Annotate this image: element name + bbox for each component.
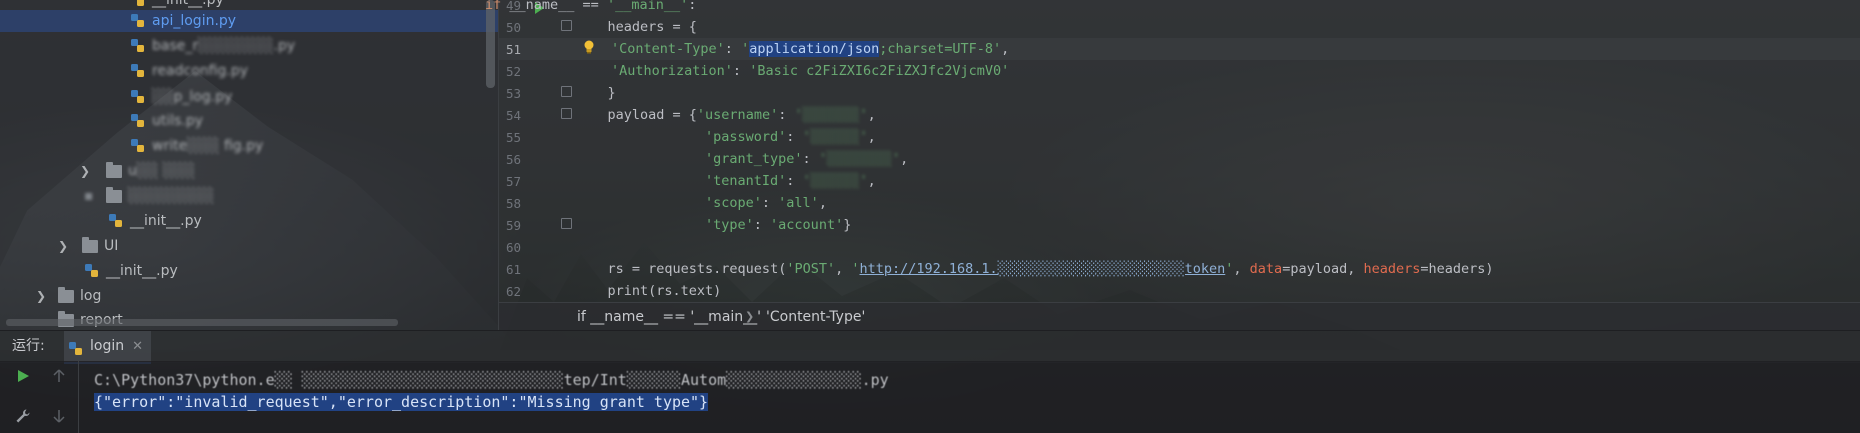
tree-item-label: __init__.py — [106, 263, 178, 279]
line-number: 51 — [505, 42, 521, 57]
tree-item-label: __init__.py — [130, 213, 202, 229]
fold-marker-icon[interactable] — [561, 108, 572, 119]
fold-marker-icon[interactable] — [561, 218, 572, 229]
chevron-right-icon: ❯ — [745, 310, 755, 323]
python-file-icon — [130, 113, 146, 129]
line-number: 50 — [505, 20, 521, 35]
close-icon[interactable]: ✕ — [132, 339, 143, 354]
code-line-56: 'grant_type': '░░░░░░░░', — [705, 151, 909, 167]
console-command-line: C:\Python37\python.e░░ ░░░░░░░░░░░░░░░░░… — [94, 371, 889, 389]
line-number: 62 — [505, 284, 521, 299]
tree-item-label: ░░p_log.py — [152, 89, 233, 105]
scroll-up-button[interactable] — [48, 365, 70, 387]
tree-item-label: ░░░░░░░░ — [128, 188, 215, 204]
code-line-50: headers = { — [575, 19, 697, 35]
selected-text: application/json — [749, 41, 880, 57]
run-console[interactable]: C:\Python37\python.e░░ ░░░░░░░░░░░░░░░░░… — [0, 361, 1860, 433]
tree-item-label: base_r░░░░░░░.py — [152, 38, 296, 54]
settings-button[interactable] — [12, 405, 34, 427]
code-line-55: 'password': '░░░░░░', — [705, 129, 876, 145]
console-output-line: {"error":"invalid_request","error_descri… — [94, 393, 709, 411]
code-line-49: if __name__ == '__main__': — [485, 0, 697, 13]
line-number: 61 — [505, 262, 521, 277]
horizontal-scrollbar[interactable] — [6, 319, 398, 326]
run-tab-label: login — [90, 338, 125, 354]
line-number: 56 — [505, 152, 521, 167]
code-line-57: 'tenantId': '░░░░░░', — [705, 173, 876, 189]
python-file-icon — [130, 63, 146, 79]
scroll-down-button[interactable] — [48, 405, 70, 427]
chevron-right-icon[interactable]: ❯ — [80, 160, 90, 182]
line-number: 53 — [505, 86, 521, 101]
tree-item-selected[interactable]: api_login.py — [0, 10, 498, 32]
project-tree-panel: __init__.py api_login.py base_r░░░░░░░.p… — [0, 0, 499, 330]
code-line-61: rs = requests.request('POST', 'http://19… — [575, 261, 1494, 277]
tree-item-label: write░░░ fig.py — [152, 138, 264, 154]
code-line-53: } — [575, 85, 616, 101]
play-icon — [18, 370, 29, 382]
python-file-icon — [108, 213, 124, 229]
breadcrumb-item[interactable]: if __name__ == '__main__' — [577, 303, 761, 331]
wrench-icon — [16, 409, 30, 423]
breadcrumb-item[interactable]: 'Content-Type' — [766, 303, 865, 331]
line-number: 52 — [505, 64, 521, 79]
line-number: 54 — [505, 108, 521, 123]
run-tab-login[interactable]: login ✕ — [64, 331, 152, 364]
lightbulb-icon[interactable] — [583, 40, 595, 54]
line-number: 60 — [505, 240, 521, 255]
line-number-gutter: 49 50 51 52 53 54 55 56 57 58 59 60 61 6… — [499, 0, 572, 302]
chevron-right-icon[interactable]: ❯ — [58, 235, 68, 257]
code-editor[interactable]: 49 50 51 52 53 54 55 56 57 58 59 60 61 6… — [485, 0, 1860, 331]
run-toolbar — [0, 361, 79, 433]
folder-icon — [106, 187, 122, 203]
folder-icon — [106, 162, 122, 178]
folder-icon — [82, 237, 98, 253]
python-file-icon — [84, 263, 100, 279]
url-link: http://192.168.1.░░░░░░░░░░░░░░░░░░░░░░░… — [859, 261, 1226, 277]
fold-marker-icon[interactable] — [561, 20, 572, 31]
code-line-58: 'scope': 'all', — [705, 195, 827, 211]
tree-item-label: utils.py — [152, 113, 204, 129]
line-number: 55 — [505, 130, 521, 145]
tree-item-label: readconfig.py — [152, 63, 248, 79]
folder-icon — [58, 287, 74, 303]
python-file-icon — [130, 89, 146, 105]
python-file-icon — [130, 138, 146, 154]
code-line-52: 'Authorization': 'Basic c2FiZXI6c2FiZXJf… — [611, 63, 1010, 79]
chevron-right-icon[interactable]: ❯ — [36, 285, 46, 307]
code-line-51: 'Content-Type': 'application/json;charse… — [611, 41, 1010, 57]
python-file-icon — [130, 13, 146, 29]
line-number: 57 — [505, 174, 521, 189]
editor-breadcrumb: if __name__ == '__main__' ❯ 'Content-Typ… — [499, 302, 1860, 331]
tree-item-label: api_login.py — [152, 13, 237, 29]
tree-item-label: UI — [104, 238, 119, 254]
fold-marker-icon[interactable] — [561, 86, 572, 97]
bullet-icon: ▪ — [84, 188, 94, 204]
rerun-button[interactable] — [12, 365, 34, 387]
python-file-icon — [130, 38, 146, 54]
python-file-icon — [130, 0, 146, 8]
line-number: 59 — [505, 218, 521, 233]
code-line-59: 'type': 'account'} — [705, 217, 852, 233]
tree-item-label: log — [80, 288, 102, 304]
code-line-62: print(rs.text) — [575, 283, 722, 299]
python-file-icon — [68, 338, 84, 355]
arrow-down-icon — [53, 410, 65, 423]
run-panel-header: 运行: login ✕ — [0, 330, 1860, 364]
code-line-54: payload = {'username': '░░░░░░░', — [575, 107, 876, 123]
line-number: 58 — [505, 196, 521, 211]
run-panel-label: 运行: — [12, 338, 45, 354]
arrow-up-icon — [53, 369, 65, 382]
selected-text: {"error":"invalid_request","error_descri… — [94, 393, 709, 411]
tree-item-label: u░░ ░░░ — [128, 163, 196, 179]
